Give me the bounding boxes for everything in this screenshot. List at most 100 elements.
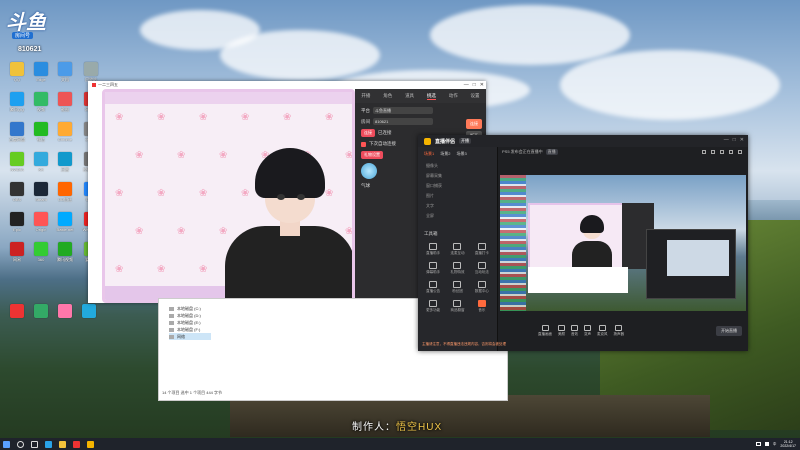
desktop-icon[interactable]: NVIDIA [6,152,28,172]
stream-preview[interactable] [500,175,746,311]
volume-tray-icon[interactable] [764,442,769,446]
bottom-button[interactable]: 变声 [584,325,591,337]
room-input[interactable]: 810621 [373,118,433,125]
tool-item[interactable]: 直播打卡 [471,243,493,256]
tab-select[interactable]: 挑选 [426,93,436,100]
desktop-icon[interactable]: 网易 [6,242,28,263]
gift-settings-button[interactable]: 礼物设置 [361,151,383,159]
desktop-icon[interactable] [30,304,52,318]
desktop-icon[interactable]: UU加速 [54,182,76,203]
brand-text: 斗鱼 [6,12,46,34]
windows-start-icon[interactable] [3,440,10,448]
search-icon[interactable] [17,440,24,448]
paw-icon: ❀ [283,112,292,123]
record-icon[interactable] [720,150,724,154]
maximize-button[interactable]: □ [473,82,476,88]
streaming-window[interactable]: 直播伴侣 开播 — □ ✕ 场景1 场景2 场景3 摄像头 屏幕采集 窗口捕获 … [418,135,748,351]
tool-item[interactable]: 连麦互动 [446,243,468,256]
desktop-icon[interactable]: KK [30,152,52,172]
tab-action[interactable]: 动作 [449,93,458,99]
bottom-button[interactable]: 麦克风 [597,325,608,337]
tab-settings[interactable]: 设置 [471,93,480,99]
network-tray-icon[interactable] [755,442,761,446]
connect-side-button[interactable]: 连接 [466,119,482,129]
network-item[interactable]: 网络 [169,333,211,340]
tool-item[interactable]: 互动玩法 [471,262,493,275]
source-item[interactable]: 屏幕采集 [418,171,497,181]
tool-item[interactable]: 商品橱窗 [446,300,468,313]
layout-icon[interactable] [702,150,706,154]
clock[interactable]: 21:12 2022/4/17 [780,440,796,448]
source-item[interactable]: 图片 [418,191,497,201]
fullscreen-icon[interactable] [738,150,742,154]
source-item[interactable]: 窗口捕获 [418,181,497,191]
desktop-icon[interactable]: Origin [30,212,52,232]
desktop-icon[interactable] [6,304,28,318]
tab-scene-1[interactable]: 场景1 [424,151,434,157]
tab-scene-2[interactable]: 场景2 [440,151,450,157]
auto-connect-checkbox[interactable] [361,141,366,147]
desktop-icon[interactable]: 腾讯视频 [54,242,76,263]
desktop-app-icon [10,304,24,318]
desktop-icon[interactable]: 微信 [30,122,52,143]
grid-icon[interactable] [711,150,715,154]
screenshot-icon[interactable] [729,150,733,154]
tab-scene-3[interactable]: 场景3 [456,151,466,157]
desktop-icon[interactable]: 百度网盘 [6,122,28,143]
tool-item[interactable]: 粉丝团 [446,281,468,294]
tool-item[interactable]: 更多功能 [422,300,444,313]
tab-props[interactable]: 道具 [405,93,414,99]
desktop-icon[interactable]: QQ [6,62,28,82]
maximize-button[interactable]: □ [733,137,736,143]
input-language[interactable]: 中 [773,442,777,447]
close-button[interactable]: ✕ [740,137,744,143]
explorer-taskbar-icon[interactable] [59,440,66,448]
desktop-icon[interactable] [78,304,100,318]
go-live-button[interactable]: 开始直播 [716,326,742,336]
status-button[interactable]: 连接 [361,129,375,137]
tool-item[interactable]: 音乐 [471,300,493,313]
vtuber-titlebar[interactable]: 一二三四五 [88,81,486,89]
tool-item[interactable]: 直播助手 [422,243,444,256]
tool-item[interactable]: 弹幕助手 [422,262,444,275]
minimize-button[interactable]: — [464,82,469,88]
tab-character[interactable]: 角色 [383,93,392,99]
desktop-icon[interactable]: 迅雷 [54,152,76,173]
desktop-icon[interactable]: 回收站 [80,62,102,83]
desktop-icon[interactable]: Epic [6,212,28,232]
desktop-icon[interactable]: 截图 [54,92,76,113]
edge-taskbar-icon[interactable] [45,440,52,448]
desktop-icon[interactable]: 文档 [54,62,76,83]
streaming-titlebar[interactable]: 直播伴侣 开播 [418,135,748,147]
streaming-badge: 开播 [459,138,472,144]
platform-select[interactable]: 斗鱼直播 [373,107,433,114]
source-item[interactable]: 全屏 [418,211,497,221]
desktop-icon[interactable]: Chrome [54,122,76,142]
close-button[interactable]: ✕ [480,82,484,88]
source-item[interactable]: 摄像头 [418,161,497,171]
source-item[interactable]: 文字 [418,201,497,211]
desktop-icon[interactable]: Steam [30,182,52,202]
bottom-button[interactable]: 美颜 [558,325,565,337]
desktop-app-icon [34,212,48,226]
desktop-icon[interactable] [54,304,76,318]
desktop-icon[interactable]: Battle.net [54,212,76,232]
minimize-button[interactable]: — [724,137,729,143]
bottom-button[interactable]: 音效 [571,325,578,337]
tab-broadcast[interactable]: 开播 [361,93,370,99]
paw-icon: ❀ [135,150,144,161]
balloon-icon[interactable] [361,163,377,179]
tool-item[interactable]: 数据中心 [471,281,493,294]
tool-item[interactable]: 礼物特效 [446,262,468,275]
vtuber-taskbar-icon[interactable] [73,440,80,448]
desktop-icon[interactable]: 腾讯QQ [6,92,28,113]
bottom-button[interactable]: 扬声器 [614,325,624,337]
task-view-icon[interactable] [31,440,38,448]
tool-item[interactable]: 直播公告 [422,281,444,294]
desktop-icon[interactable]: Edge [30,62,52,82]
streaming-taskbar-icon[interactable] [87,440,94,448]
bottom-button[interactable]: 直播画面 [538,325,552,337]
desktop-icon[interactable]: 360 [30,242,52,262]
desktop-icon[interactable]: 视频 [30,92,52,113]
desktop-icon[interactable]: OBS [6,182,28,202]
